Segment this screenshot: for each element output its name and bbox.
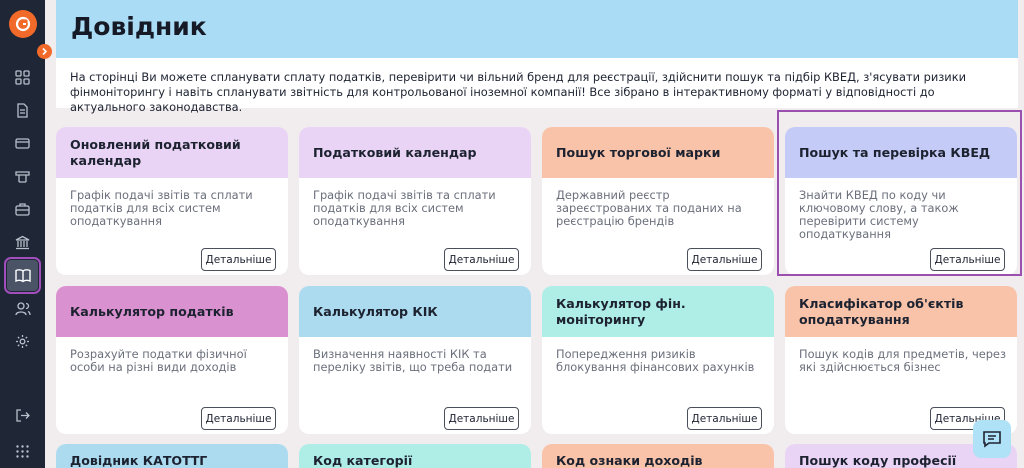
- service-card[interactable]: Оновлений податковий календар Графік пода…: [56, 127, 288, 275]
- page-title: Довідник: [71, 12, 207, 41]
- details-button[interactable]: Детальніше: [201, 248, 276, 271]
- card-title: Калькулятор КІК: [299, 286, 531, 337]
- grid-icon[interactable]: [7, 62, 38, 93]
- service-card[interactable]: Калькулятор податків Розрахуйте податки ф…: [56, 286, 288, 434]
- details-button[interactable]: Детальніше: [687, 407, 762, 430]
- logo-icon[interactable]: [9, 10, 37, 38]
- card-title: Калькулятор податків: [56, 286, 288, 337]
- service-card[interactable]: Довідник КАТОТТГ: [56, 444, 288, 468]
- card-description: Державний реєстр зареєстрованих та подан…: [556, 188, 742, 228]
- card-title: Оновлений податковий календар: [56, 127, 288, 178]
- card-title: Код ознаки доходів: [542, 444, 774, 468]
- chevron-right-icon[interactable]: [37, 44, 52, 59]
- details-button[interactable]: Детальніше: [444, 407, 519, 430]
- card-description: Графік подачі звітів та сплати податків …: [70, 188, 253, 228]
- page-header: Довідник: [56, 0, 1018, 58]
- card-title: Пошук торгової марки: [542, 127, 774, 178]
- book-icon[interactable]: [4, 257, 41, 294]
- card-title: Калькулятор фін. моніторингу: [542, 286, 774, 337]
- logout-icon[interactable]: [7, 400, 38, 431]
- card-icon[interactable]: [7, 128, 38, 159]
- card-description: Пошук кодів для предметів, через які зді…: [799, 347, 1007, 374]
- details-button[interactable]: Детальніше: [930, 248, 1005, 271]
- service-card[interactable]: Калькулятор КІК Визначення наявності КІК …: [299, 286, 531, 434]
- bank-icon[interactable]: [7, 227, 38, 258]
- trademark-icon[interactable]: [7, 161, 38, 192]
- service-card[interactable]: Пошук та перевірка КВЕД Знайти КВЕД по ко…: [785, 127, 1017, 275]
- document-icon[interactable]: [7, 95, 38, 126]
- service-card[interactable]: Податковий календар Графік подачі звітів …: [299, 127, 531, 275]
- details-button[interactable]: Детальніше: [201, 407, 276, 430]
- card-description: Графік подачі звітів та сплати податків …: [313, 188, 496, 228]
- card-title: Довідник КАТОТТГ: [56, 444, 288, 468]
- settings-icon[interactable]: [7, 326, 38, 357]
- card-title: Податковий календар: [299, 127, 531, 178]
- service-card[interactable]: Пошук торгової марки Державний реєстр зар…: [542, 127, 774, 275]
- service-card[interactable]: Код ознаки доходів: [542, 444, 774, 468]
- card-description: Розрахуйте податки фізичної особи на різ…: [70, 347, 247, 374]
- card-description: Попередження ризиків блокування фінансов…: [556, 347, 755, 374]
- card-title: Код категорії застрахованої: [299, 444, 531, 468]
- card-title: Пошук та перевірка КВЕД: [785, 127, 1017, 178]
- details-button[interactable]: Детальніше: [444, 248, 519, 271]
- chat-icon[interactable]: [973, 420, 1011, 458]
- sidebar: [0, 0, 45, 468]
- service-card[interactable]: Класифікатор об'єктів оподаткування Пошук…: [785, 286, 1017, 434]
- card-description: Визначення наявності КІК та переліку зві…: [313, 347, 513, 374]
- briefcase-icon[interactable]: [7, 194, 38, 225]
- card-title: Класифікатор об'єктів оподаткування: [785, 286, 1017, 337]
- service-card[interactable]: Код категорії застрахованої: [299, 444, 531, 468]
- card-description: Знайти КВЕД по коду чи ключовому слову, …: [799, 188, 959, 241]
- details-button[interactable]: Детальніше: [687, 248, 762, 271]
- users-icon[interactable]: [7, 293, 38, 324]
- service-card[interactable]: Калькулятор фін. моніторингу Попередження…: [542, 286, 774, 434]
- intro-text: На сторінці Ви можете спланувати сплату …: [56, 58, 1018, 114]
- apps-grid-icon[interactable]: [7, 436, 38, 467]
